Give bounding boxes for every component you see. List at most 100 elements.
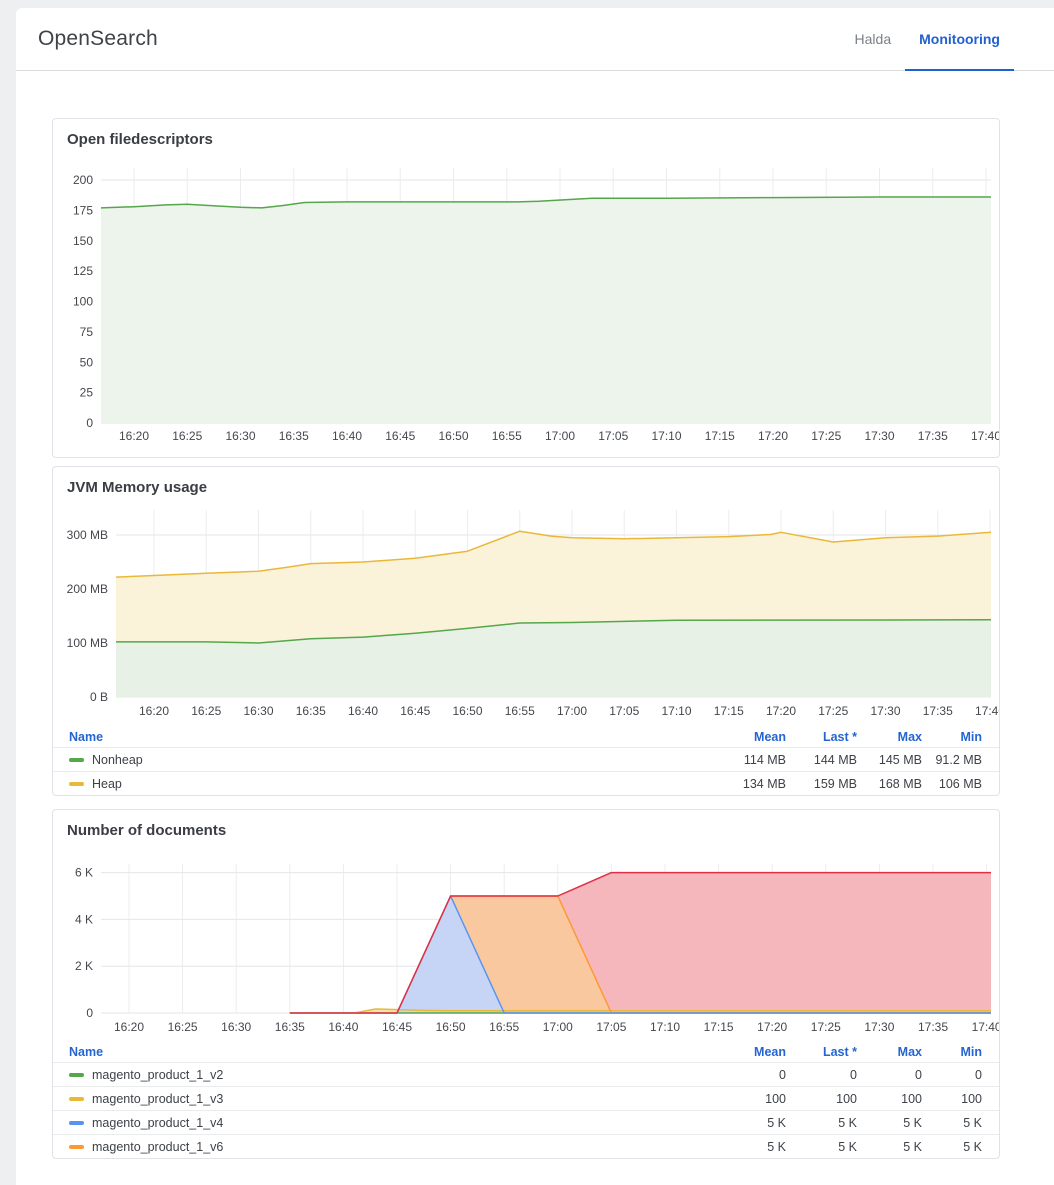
- chart-svg: 02 K4 K6 K16:2016:2516:3016:3516:4016:45…: [53, 847, 999, 1037]
- y-axis-label: 200 MB: [67, 582, 108, 596]
- x-axis-label: 16:40: [348, 704, 378, 718]
- x-axis-label: 16:25: [172, 429, 202, 443]
- legend-header-row: NameMeanLast *MaxMin: [53, 727, 999, 747]
- tab-monitooring[interactable]: Monitooring: [905, 8, 1014, 71]
- x-axis-label: 17:05: [609, 704, 639, 718]
- app-surface: OpenSearch Halda Monitooring Open filede…: [16, 8, 1054, 1185]
- x-axis-label: 16:20: [119, 429, 149, 443]
- legend-value: 5 K: [786, 1116, 857, 1130]
- series-name-link[interactable]: magento_product_1_v3: [92, 1092, 223, 1106]
- x-axis-label: 16:20: [114, 1020, 144, 1034]
- legend-value: 106 MB: [922, 777, 982, 791]
- legend-header-last[interactable]: Last *: [786, 1045, 857, 1059]
- x-axis-label: 17:35: [923, 704, 953, 718]
- series-name-link[interactable]: Heap: [92, 777, 122, 791]
- page-title: OpenSearch: [38, 27, 158, 51]
- x-axis-label: 17:15: [704, 1020, 734, 1034]
- series-name-link[interactable]: magento_product_1_v6: [92, 1140, 223, 1154]
- x-axis-label: 17:40: [972, 1020, 999, 1034]
- legend-value: 168 MB: [857, 777, 922, 791]
- chart-svg: 0 B100 MB200 MB300 MB16:2016:2516:3016:3…: [53, 504, 999, 722]
- x-axis-label: 17:20: [757, 1020, 787, 1034]
- x-axis-label: 16:35: [296, 704, 326, 718]
- x-axis-label: 16:35: [279, 429, 309, 443]
- series-color-dash: [69, 1121, 84, 1125]
- x-axis-label: 16:45: [400, 704, 430, 718]
- tab-bar: Halda Monitooring: [841, 8, 1014, 70]
- legend-header-min[interactable]: Min: [922, 730, 982, 744]
- x-axis-label: 16:25: [191, 704, 221, 718]
- y-axis-label: 2 K: [75, 959, 93, 973]
- documents-chart[interactable]: 02 K4 K6 K16:2016:2516:3016:3516:4016:45…: [53, 847, 999, 1042]
- series-name-link[interactable]: Nonheap: [92, 753, 143, 767]
- x-axis-label: 17:00: [545, 429, 575, 443]
- legend-value: 5 K: [922, 1140, 982, 1154]
- legend-header-mean[interactable]: Mean: [686, 730, 786, 744]
- legend-header-name[interactable]: Name: [69, 1045, 686, 1059]
- legend-value: 5 K: [857, 1140, 922, 1154]
- x-axis-label: 17:25: [818, 704, 848, 718]
- x-axis-label: 17:40: [971, 429, 999, 443]
- x-axis-label: 16:55: [505, 704, 535, 718]
- legend-value: 114 MB: [686, 753, 786, 767]
- y-axis-label: 25: [80, 386, 94, 400]
- x-axis-label: 16:30: [243, 704, 273, 718]
- open-filedescriptors-chart[interactable]: 025507510012515017520016:2016:2516:3016:…: [53, 156, 999, 457]
- x-axis-label: 17:25: [811, 429, 841, 443]
- y-axis-label: 0: [86, 416, 93, 430]
- series-name-link[interactable]: magento_product_1_v4: [92, 1116, 223, 1130]
- y-axis-label: 50: [80, 355, 94, 369]
- legend-name-cell: Heap: [69, 777, 686, 791]
- tab-halda[interactable]: Halda: [841, 8, 906, 71]
- panel-title: JVM Memory usage: [53, 479, 999, 496]
- x-axis-label: 17:15: [705, 429, 735, 443]
- jvm-memory-chart[interactable]: 0 B100 MB200 MB300 MB16:2016:2516:3016:3…: [53, 504, 999, 727]
- legend-name-cell: Nonheap: [69, 753, 686, 767]
- x-axis-label: 17:00: [543, 1020, 573, 1034]
- legend-row-magento_product_1_v2: magento_product_1_v20000: [53, 1062, 999, 1086]
- series-color-dash: [69, 758, 84, 762]
- x-axis-label: 16:25: [168, 1020, 198, 1034]
- x-axis-label: 17:20: [766, 704, 796, 718]
- legend-header-max[interactable]: Max: [857, 1045, 922, 1059]
- x-axis-label: 16:50: [436, 1020, 466, 1034]
- dashboard-content: Open filedescriptors 0255075100125150175…: [16, 71, 1054, 1159]
- x-axis-label: 16:30: [221, 1020, 251, 1034]
- x-axis-label: 16:55: [489, 1020, 519, 1034]
- legend-row-magento_product_1_v6: magento_product_1_v65 K5 K5 K5 K: [53, 1134, 999, 1158]
- legend-value: 100: [922, 1092, 982, 1106]
- legend-name-cell: magento_product_1_v3: [69, 1092, 686, 1106]
- legend-value: 0: [857, 1068, 922, 1082]
- legend-header-mean[interactable]: Mean: [686, 1045, 786, 1059]
- legend-name-cell: magento_product_1_v2: [69, 1068, 686, 1082]
- legend-header-last[interactable]: Last *: [786, 730, 857, 744]
- legend-header-max[interactable]: Max: [857, 730, 922, 744]
- legend-row-Nonheap: Nonheap114 MB144 MB145 MB91.2 MB: [53, 747, 999, 771]
- legend-value: 5 K: [686, 1116, 786, 1130]
- legend-value: 100: [786, 1092, 857, 1106]
- x-axis-label: 16:50: [452, 704, 482, 718]
- x-axis-label: 16:50: [438, 429, 468, 443]
- legend-value: 5 K: [686, 1140, 786, 1154]
- x-axis-label: 17:35: [918, 1020, 948, 1034]
- y-axis-label: 6 K: [75, 866, 93, 880]
- panel-jvm-memory: JVM Memory usage 0 B100 MB200 MB300 MB16…: [52, 466, 1000, 796]
- legend-row-magento_product_1_v3: magento_product_1_v3100100100100: [53, 1086, 999, 1110]
- legend-header-name[interactable]: Name: [69, 730, 686, 744]
- panel-number-of-documents: Number of documents 02 K4 K6 K16:2016:25…: [52, 809, 1000, 1159]
- x-axis-label: 17:40: [975, 704, 999, 718]
- app-header: OpenSearch Halda Monitooring: [16, 8, 1054, 71]
- y-axis-label: 100 MB: [67, 636, 108, 650]
- legend-value: 91.2 MB: [922, 753, 982, 767]
- series-name-link[interactable]: magento_product_1_v2: [92, 1068, 223, 1082]
- chart-svg: 025507510012515017520016:2016:2516:3016:…: [53, 156, 999, 452]
- x-axis-label: 17:00: [557, 704, 587, 718]
- legend-value: 159 MB: [786, 777, 857, 791]
- panel-title: Number of documents: [53, 822, 999, 839]
- x-axis-label: 17:20: [758, 429, 788, 443]
- x-axis-label: 16:30: [225, 429, 255, 443]
- series-area-Open filedescriptors: [101, 197, 991, 423]
- x-axis-label: 17:10: [650, 1020, 680, 1034]
- x-axis-label: 17:10: [651, 429, 681, 443]
- legend-header-min[interactable]: Min: [922, 1045, 982, 1059]
